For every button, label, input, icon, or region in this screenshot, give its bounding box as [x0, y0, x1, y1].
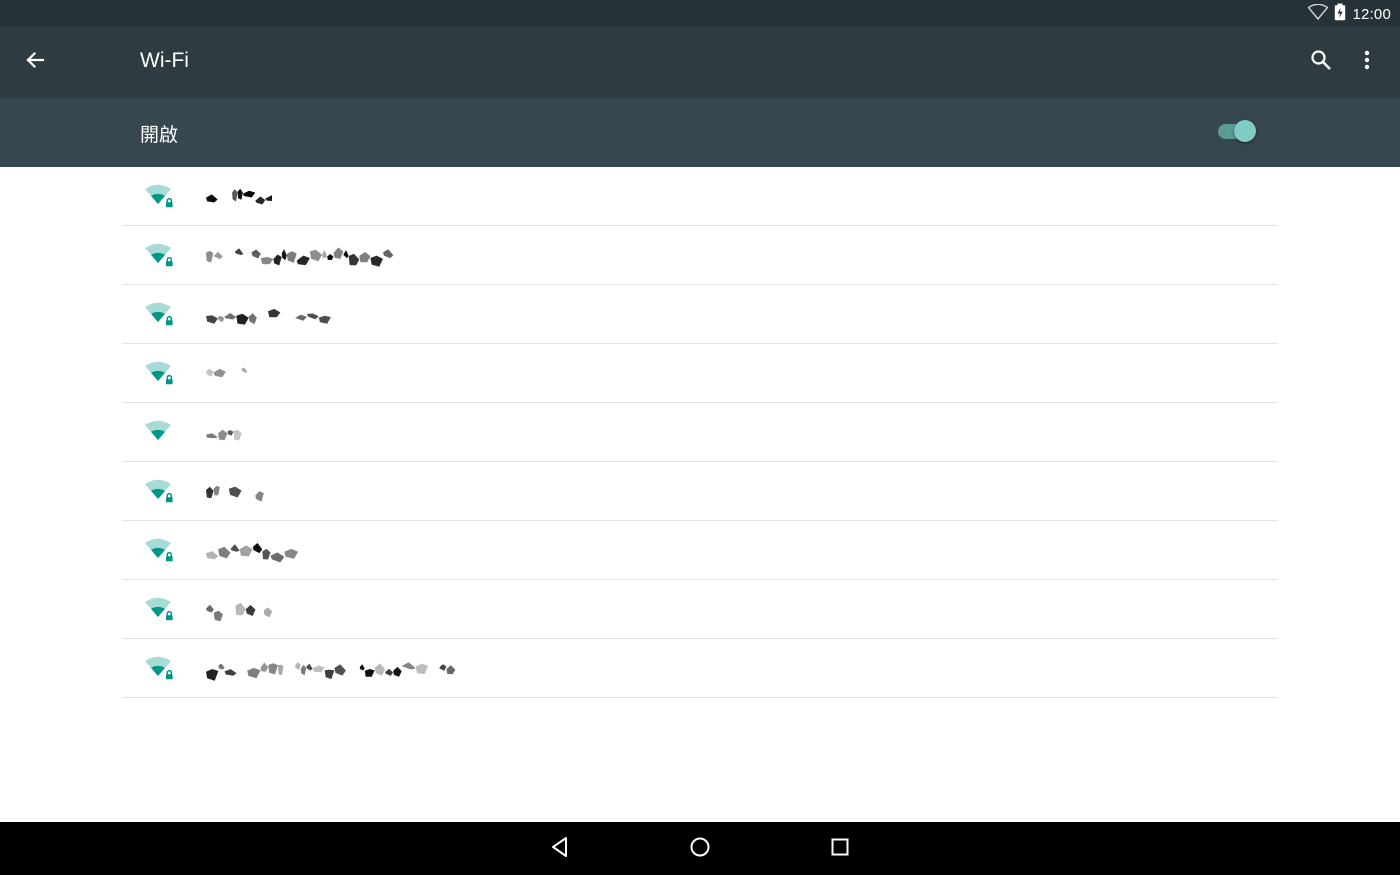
wifi-status-icon: [1307, 3, 1329, 25]
app-toolbar: Wi-Fi: [0, 27, 1400, 98]
battery-icon: [1334, 3, 1346, 26]
wifi-master-switch-bar[interactable]: 開啟: [0, 98, 1400, 167]
ssid-obscured: [206, 185, 279, 209]
ssid-obscured: [206, 303, 334, 327]
nav-recents-button[interactable]: [819, 828, 861, 870]
wifi-signal-icon: [144, 301, 174, 327]
status-bar: 12:00: [0, 0, 1400, 27]
ssid-obscured: [206, 598, 280, 622]
network-row[interactable]: [122, 167, 1278, 226]
page-title: Wi-Fi: [140, 49, 189, 72]
ssid-obscured: [206, 421, 248, 445]
nav-home-button[interactable]: [679, 828, 721, 870]
back-button[interactable]: [14, 41, 56, 83]
search-button[interactable]: [1300, 41, 1342, 83]
toggle-thumb: [1234, 120, 1256, 142]
arrow-back-icon: [24, 49, 46, 76]
network-list: [122, 167, 1278, 698]
clock: 12:00: [1352, 5, 1391, 23]
nav-back-button[interactable]: [539, 828, 581, 870]
lock-icon: [166, 256, 173, 267]
lock-icon: [166, 669, 173, 680]
wifi-signal-icon: [144, 183, 174, 209]
network-row[interactable]: [122, 521, 1278, 580]
lock-icon: [166, 610, 173, 621]
ssid-obscured: [206, 539, 312, 563]
square-recents-icon: [830, 837, 850, 862]
lock-icon: [166, 374, 173, 385]
more-options-button[interactable]: [1346, 41, 1388, 83]
lock-icon: [166, 315, 173, 326]
ssid-obscured: [206, 362, 250, 386]
more-vert-icon: [1364, 50, 1370, 75]
network-row[interactable]: [122, 403, 1278, 462]
network-row[interactable]: [122, 344, 1278, 403]
wifi-signal-icon: [144, 419, 174, 445]
network-row[interactable]: [122, 580, 1278, 639]
network-row[interactable]: [122, 462, 1278, 521]
wifi-signal-icon: [144, 596, 174, 622]
wifi-signal-icon: [144, 537, 174, 563]
lock-icon: [166, 492, 173, 503]
wifi-signal-icon: [144, 478, 174, 504]
wifi-signal-icon: [144, 655, 174, 681]
wifi-signal-icon: [144, 360, 174, 386]
navigation-bar: [0, 822, 1400, 875]
wifi-signal-icon: [144, 242, 174, 268]
switch-label: 開啟: [140, 125, 179, 146]
lock-icon: [166, 197, 173, 208]
ssid-obscured: [206, 480, 264, 504]
network-row[interactable]: [122, 639, 1278, 698]
wifi-toggle[interactable]: [1218, 120, 1258, 144]
lock-icon: [166, 551, 173, 562]
status-icons: 12:00: [1307, 3, 1391, 26]
ssid-obscured: [206, 244, 396, 268]
network-row[interactable]: [122, 285, 1278, 344]
search-icon: [1310, 49, 1332, 76]
ssid-obscured: [206, 657, 464, 681]
triangle-back-icon: [549, 836, 571, 863]
network-row[interactable]: [122, 226, 1278, 285]
circle-home-icon: [689, 836, 711, 863]
